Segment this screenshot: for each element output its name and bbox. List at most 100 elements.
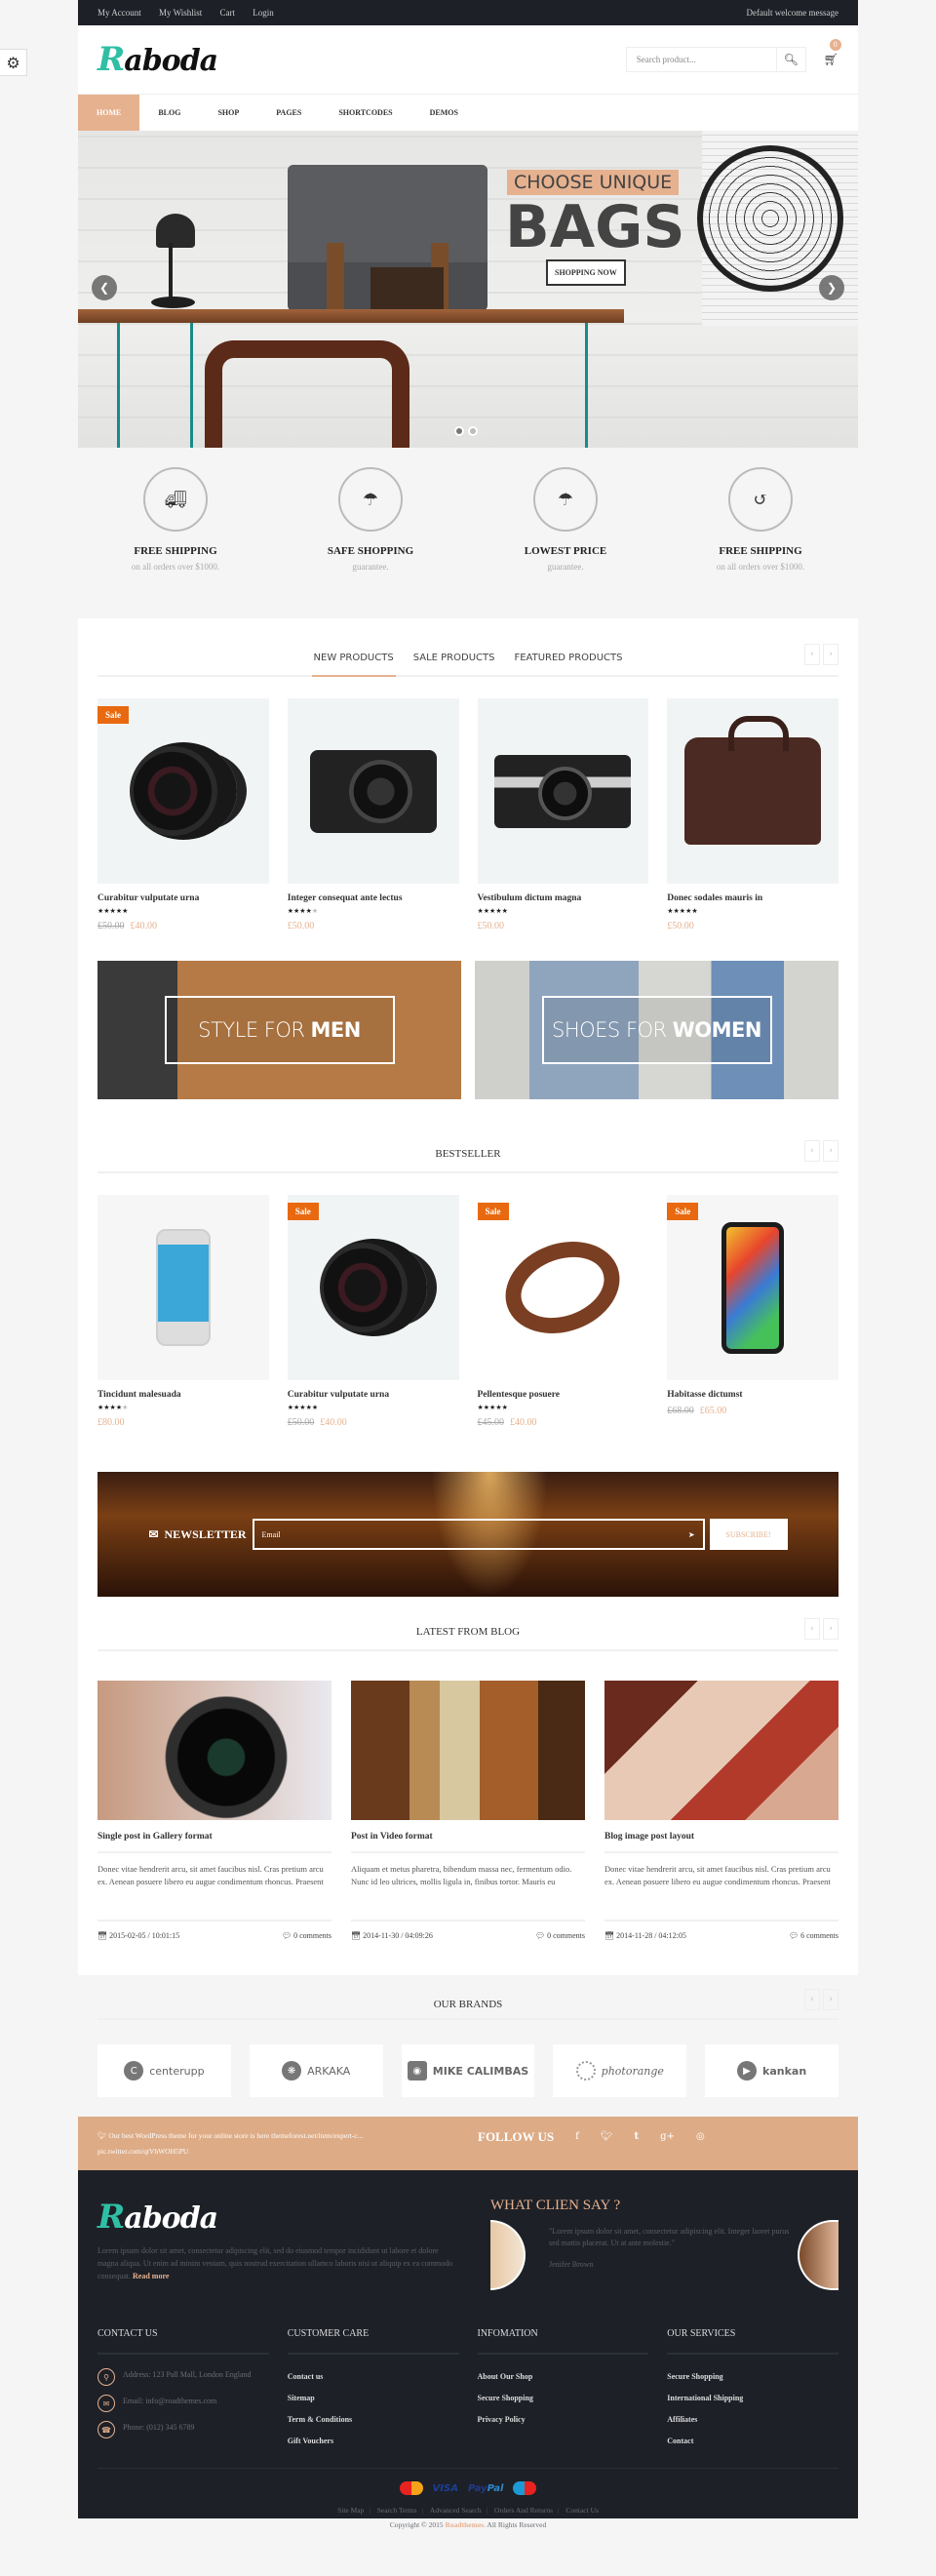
cart-button[interactable]: 🛒︎ 0 [824,39,841,66]
cart-link[interactable]: Cart [219,8,235,18]
brand-logo-mike-calimbas[interactable]: ◉ MIKE CALIMBAS [401,2044,535,2097]
nav-item-home[interactable]: HOME [78,94,140,132]
carousel-prev-button[interactable]: ‹ [804,1618,820,1640]
post-image[interactable] [351,1681,585,1820]
footer-link[interactable]: Sitemap [288,2394,459,2402]
logo[interactable]: Raboda [98,40,218,79]
product-card[interactable]: Integer consequat ante lectus ★★★★★ £50.… [287,698,459,931]
footer-link[interactable]: About Our Shop [478,2372,649,2381]
read-more-link[interactable]: Read more [133,2272,169,2280]
subscribe-button[interactable]: SUBSCRIBE! [709,1519,788,1550]
dribbble-icon[interactable]: ◎ [696,2131,705,2142]
copyright-brand-link[interactable]: Roadthemes. [445,2520,485,2529]
google-plus-icon[interactable]: g+ [660,2131,675,2142]
footer-logo[interactable]: Raboda [98,2198,461,2237]
product-card[interactable]: Sale Curabitur vulputate urna ★★★★★ £50.… [287,1195,459,1428]
shopping-now-button[interactable]: SHOPPING NOW [546,259,626,286]
product-name[interactable]: Curabitur vulputate urna [98,893,269,903]
product-name[interactable]: Integer consequat ante lectus [288,893,459,903]
footer-link[interactable]: Secure Shopping [667,2372,838,2381]
nav-item-shop[interactable]: SHOP [199,95,257,132]
tab-new-products[interactable]: NEW PRODUCTS [311,653,396,677]
footer-link[interactable]: Affiliates [667,2415,838,2424]
carousel-next-button[interactable]: › [823,1140,838,1162]
post-title[interactable]: Single post in Gallery format [98,1832,332,1853]
footer-link[interactable]: Gift Vouchers [288,2437,459,2445]
product-card[interactable]: Donec sodales mauris in ★★★★★ £50.00 [667,698,838,931]
post-title[interactable]: Blog image post layout [604,1832,838,1853]
product-image[interactable]: Sale [287,1195,459,1380]
twitter-icon[interactable]: 🐦︎ [601,2131,613,2142]
hero-next-button[interactable]: ❯ [819,275,844,300]
post-comments[interactable]: 💬︎ 6 comments [789,1931,838,1940]
hero-prev-button[interactable]: ❮ [92,275,117,300]
slider-dot-1[interactable] [454,426,464,436]
brand-logo-kankan[interactable]: ▶ kankan [705,2044,838,2097]
post-comments[interactable]: 💬︎ 0 comments [535,1931,585,1940]
tumblr-icon[interactable]: t [635,2131,640,2142]
advanced-search-link[interactable]: Advanced Search [425,2506,487,2515]
product-name[interactable]: Habitasse dictumst [667,1390,838,1400]
tweet-link[interactable]: pic.twitter.com/qtVhWOH5PU [98,2144,468,2160]
settings-gear-button[interactable]: ⚙ [0,49,27,76]
product-card[interactable]: Sale Pellentesque posuere ★★★★★ £45.00 £4… [477,1195,649,1428]
carousel-next-button[interactable]: › [823,1989,838,2010]
carousel-next-button[interactable]: › [823,644,838,665]
product-image[interactable]: Sale [98,698,269,884]
nav-item-pages[interactable]: PAGES [257,95,320,132]
footer-link[interactable]: Term & Conditions [288,2415,459,2424]
brand-logo-centerupp[interactable]: Ccenterupp [98,2044,231,2097]
product-image[interactable] [287,698,459,884]
post-title[interactable]: Post in Video format [351,1832,585,1853]
avatar-next[interactable] [798,2220,838,2290]
product-name[interactable]: Donec sodales mauris in [667,893,838,903]
carousel-prev-button[interactable]: ‹ [804,1140,820,1162]
newsletter-email-input[interactable]: Email ➤ [252,1519,705,1550]
banner-men[interactable]: STYLE FOR MEN [98,961,461,1099]
carousel-prev-button[interactable]: ‹ [804,1989,820,2010]
nav-item-shortcodes[interactable]: SHORTCODES [320,95,410,132]
post-image[interactable] [98,1681,332,1820]
product-name[interactable]: Pellentesque posuere [478,1390,649,1400]
post-comments[interactable]: 💬︎ 0 comments [282,1931,332,1940]
product-card[interactable]: Vestibulum dictum magna ★★★★★ £50.00 [477,698,649,931]
orders-returns-link[interactable]: Orders And Returns [489,2506,558,2515]
carousel-prev-button[interactable]: ‹ [804,644,820,665]
footer-link[interactable]: Privacy Policy [478,2415,649,2424]
footer-link[interactable]: International Shipping [667,2394,838,2402]
contact-us-link[interactable]: Contact Us [561,2506,604,2515]
avatar-prev[interactable] [490,2220,526,2290]
product-image[interactable]: Sale [667,1195,838,1380]
product-card[interactable]: Sale Habitasse dictumst £68.00 £65.00 [667,1195,838,1428]
nav-item-demos[interactable]: DEMOS [411,95,477,132]
product-image[interactable] [477,698,649,884]
product-card[interactable]: Tincidunt malesuada ★★★★★ £80.00 [98,1195,269,1428]
product-name[interactable]: Tincidunt malesuada [98,1390,269,1400]
brand-logo-photorange[interactable]: photorange [553,2044,687,2097]
footer-link[interactable]: Secure Shopping [478,2394,649,2402]
brand-logo-arkaka[interactable]: ❋ ARKAKA [249,2044,383,2097]
post-image[interactable] [604,1681,838,1820]
search-input[interactable]: Search product... 🔍︎ [625,47,806,72]
site-map-link[interactable]: Site Map [332,2506,369,2515]
tweet-text[interactable]: Our best WordPress theme for your online… [108,2131,363,2140]
tab-sale-products[interactable]: SALE PRODUCTS [413,653,495,663]
product-name[interactable]: Curabitur vulputate urna [288,1390,459,1400]
footer-link[interactable]: Contact [667,2437,838,2445]
product-image[interactable] [98,1195,269,1380]
slider-dot-2[interactable] [468,426,478,436]
nav-item-blog[interactable]: BLOG [139,95,199,132]
facebook-icon[interactable]: f [575,2131,579,2142]
product-image[interactable]: Sale [477,1195,649,1380]
banner-women[interactable]: SHOES FOR WOMEN [475,961,838,1099]
product-name[interactable]: Vestibulum dictum magna [478,893,649,903]
my-wishlist-link[interactable]: My Wishlist [159,8,202,18]
login-link[interactable]: Login [253,8,274,18]
tab-featured-products[interactable]: FEATURED PRODUCTS [514,653,622,663]
search-terms-link[interactable]: Search Terms [372,2506,422,2515]
my-account-link[interactable]: My Account [98,8,141,18]
carousel-next-button[interactable]: › [823,1618,838,1640]
product-card[interactable]: Sale Curabitur vulputate urna ★★★★★ £50.… [98,698,269,931]
product-image[interactable] [667,698,838,884]
search-button[interactable]: 🔍︎ [775,48,805,71]
